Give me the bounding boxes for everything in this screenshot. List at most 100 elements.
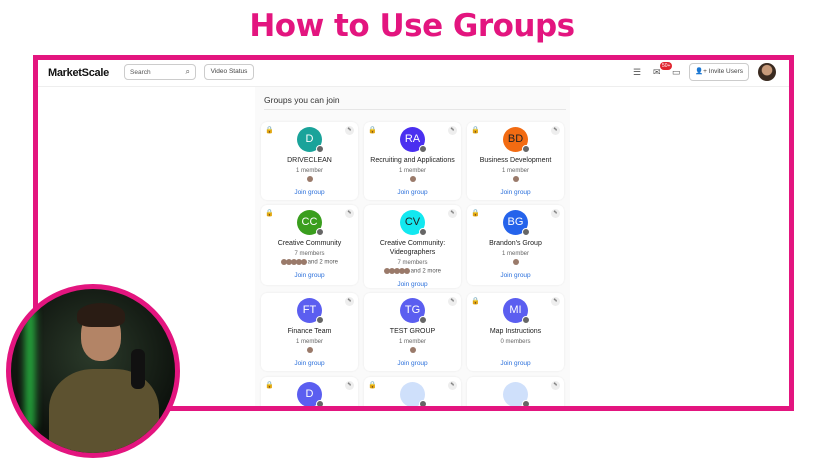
group-card[interactable]: 🔒 ✎ D — [261, 377, 358, 406]
member-count: 1 member — [501, 168, 529, 174]
tasks-icon[interactable]: ☰ — [633, 67, 641, 78]
join-group-link[interactable]: Join group — [364, 189, 461, 196]
more-members: and 2 more — [410, 268, 442, 275]
group-name: Business Development — [479, 157, 552, 164]
edit-icon[interactable]: ✎ — [345, 209, 354, 218]
top-nav: MarketScale Search ⌕ Video Status ☰ ✉ 50+… — [38, 60, 789, 87]
member-avatar — [307, 347, 313, 353]
group-avatar: MI — [503, 298, 530, 324]
group-initials: MI — [509, 304, 522, 316]
member-avatar — [300, 259, 307, 265]
member-avatars — [261, 347, 358, 355]
join-group-link[interactable]: Join group — [261, 272, 358, 279]
invite-label: Invite Users — [708, 68, 744, 75]
join-group-link[interactable]: Join group — [467, 360, 564, 367]
video-status-button[interactable]: Video Status — [204, 64, 254, 80]
member-count: 1 member — [398, 339, 426, 345]
group-avatar: CC — [297, 210, 324, 236]
group-type-icon — [419, 316, 427, 324]
slide-title: How to Use Groups — [249, 8, 575, 44]
member-avatar — [307, 176, 313, 182]
group-name: TEST GROUP — [389, 328, 436, 335]
edit-icon[interactable]: ✎ — [551, 209, 560, 218]
member-avatars — [467, 347, 564, 355]
edit-icon[interactable]: ✎ — [448, 126, 457, 135]
group-card[interactable]: ✎ TG TEST GROUP 1 member Join group — [364, 293, 461, 371]
group-name: Map Instructions — [489, 328, 542, 335]
lock-icon: 🔒 — [265, 127, 274, 134]
group-card[interactable]: 🔒 ✎ MI Map Instructions 0 members Join group — [467, 293, 564, 371]
group-name: Creative Community — [277, 240, 342, 247]
edit-icon[interactable]: ✎ — [551, 297, 560, 306]
edit-icon[interactable]: ✎ — [448, 209, 457, 218]
join-group-link[interactable]: Join group — [467, 272, 564, 279]
group-type-icon — [419, 145, 427, 153]
user-avatar[interactable] — [758, 63, 776, 81]
search-placeholder: Search — [130, 69, 151, 76]
group-avatar: TG — [400, 298, 427, 324]
group-initials: TG — [404, 304, 421, 316]
group-type-icon — [316, 145, 324, 153]
join-group-link[interactable]: Join group — [364, 360, 461, 367]
group-initials: CV — [404, 216, 421, 228]
join-group-link[interactable]: Join group — [364, 281, 461, 288]
group-card[interactable]: 🔒 ✎ BD Business Development 1 member Join gr… — [467, 122, 564, 200]
member-avatars: and 2 more — [261, 259, 358, 267]
group-card[interactable]: ✎ CV Creative Community: Videographers 7 me… — [364, 205, 461, 288]
group-card[interactable]: 🔒 ✎ BG Brandon's Group 1 member Join group — [467, 205, 564, 285]
group-type-icon — [316, 228, 324, 236]
edit-icon[interactable]: ✎ — [551, 381, 560, 390]
group-card[interactable]: 🔒 ✎ RA Recruiting and Applications 1 member … — [364, 122, 461, 200]
group-initials: CC — [301, 216, 318, 228]
join-group-link[interactable]: Join group — [467, 189, 564, 196]
edit-icon[interactable]: ✎ — [345, 126, 354, 135]
member-count: 1 member — [295, 168, 323, 174]
search-input[interactable]: Search ⌕ — [124, 64, 196, 80]
group-type-icon — [522, 400, 530, 406]
member-avatar — [513, 176, 519, 182]
groups-section: Groups you can join 🔒 ✎ D DRIVECLEAN 1 membe… — [255, 87, 570, 406]
edit-icon[interactable]: ✎ — [448, 297, 457, 306]
divider — [264, 109, 566, 110]
group-avatar — [503, 382, 530, 406]
member-count: 7 members — [294, 251, 325, 257]
edit-icon[interactable]: ✎ — [448, 381, 457, 390]
edit-icon[interactable]: ✎ — [345, 381, 354, 390]
group-card[interactable]: 🔒 ✎ D DRIVECLEAN 1 member Join group — [261, 122, 358, 200]
lock-icon: 🔒 — [265, 210, 274, 217]
group-initials: BG — [507, 216, 524, 228]
join-group-link[interactable]: Join group — [261, 189, 358, 196]
search-icon: ⌕ — [185, 67, 190, 76]
group-initials: RA — [404, 133, 421, 145]
group-avatar: D — [297, 382, 324, 406]
group-initials: FT — [302, 304, 317, 316]
lock-icon: 🔒 — [265, 382, 274, 389]
group-card[interactable]: ✎ FT Finance Team 1 member Join group — [261, 293, 358, 371]
section-title: Groups you can join — [264, 95, 340, 105]
group-type-icon — [419, 400, 427, 406]
lock-icon: 🔒 — [471, 127, 480, 134]
member-count: 1 member — [501, 251, 529, 257]
group-initials: BD — [507, 133, 524, 145]
member-avatars — [364, 176, 461, 184]
more-members: and 2 more — [307, 259, 339, 266]
group-avatar: D — [297, 127, 324, 153]
member-avatars — [364, 347, 461, 355]
member-count: 1 member — [398, 168, 426, 174]
group-card[interactable]: 🔒 ✎ CC Creative Community 7 members and 2 mo… — [261, 205, 358, 285]
group-name: Brandon's Group — [489, 240, 542, 247]
lock-icon: 🔒 — [471, 298, 480, 305]
presenter-video — [6, 284, 180, 458]
group-card[interactable]: ✎ — [467, 377, 564, 406]
edit-icon[interactable]: ✎ — [345, 297, 354, 306]
invite-users-button[interactable]: 👤+ Invite Users — [689, 63, 749, 81]
edit-icon[interactable]: ✎ — [551, 126, 560, 135]
group-initials: D — [305, 133, 314, 145]
folder-icon[interactable]: ▭ — [672, 67, 681, 78]
group-card[interactable]: 🔒 ✎ — [364, 377, 461, 406]
notifications-icon[interactable]: ✉ — [653, 67, 661, 78]
member-count: 1 member — [295, 339, 323, 345]
member-avatar — [410, 347, 416, 353]
join-group-link[interactable]: Join group — [261, 360, 358, 367]
logo[interactable]: MarketScale — [48, 67, 109, 79]
